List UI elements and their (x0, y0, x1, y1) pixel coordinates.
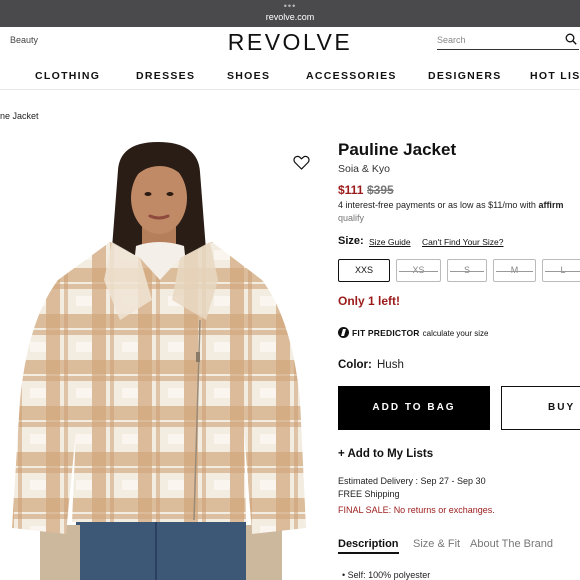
nav-item-designers[interactable]: DESIGNERS (428, 70, 502, 82)
size-guide-link[interactable]: Size Guide (369, 237, 411, 247)
add-to-lists-link[interactable]: + Add to My Lists (338, 448, 433, 460)
stock-message: Only 1 left! (338, 294, 401, 308)
affirm-qualify-link[interactable]: qualify (338, 213, 364, 223)
size-option-xxs[interactable]: XXS (338, 259, 390, 282)
nav-item-clothing[interactable]: CLOTHING (35, 70, 100, 82)
description-bullet: • Self: 100% polyester (342, 570, 431, 580)
estimated-delivery: Estimated Delivery : Sep 27 - Sep 30 (338, 476, 486, 486)
size-label: Size: (338, 235, 364, 247)
fit-predictor[interactable]: FIT PREDICTOR calculate your size (338, 327, 488, 338)
nav-item-hot-list[interactable]: HOT LIST (530, 70, 580, 82)
nav-item-shoes[interactable]: SHOES (227, 70, 270, 82)
product-photo[interactable] (0, 130, 320, 580)
size-unavailable-strike (399, 271, 438, 272)
nav-item-accessories[interactable]: ACCESSORIES (306, 70, 397, 82)
browser-bar: ••• revolve.com (0, 0, 580, 27)
size-option-label: XS (412, 265, 425, 275)
url-label[interactable]: revolve.com (0, 12, 580, 22)
size-option-s[interactable]: S (447, 259, 487, 282)
size-option-label: M (510, 265, 519, 275)
browser-menu-dots[interactable]: ••• (0, 2, 580, 11)
sale-price: $111 (338, 183, 364, 197)
size-option-xs[interactable]: XS (396, 259, 441, 282)
color-value: Hush (377, 359, 404, 371)
tab-description[interactable]: Description (338, 538, 399, 554)
product-brand-link[interactable]: Soia & Kyo (338, 163, 390, 175)
size-option-label: XXS (354, 265, 373, 275)
search-bar (437, 30, 579, 50)
affirm-logo[interactable]: affirm (538, 200, 563, 210)
size-unavailable-strike (496, 271, 533, 272)
original-price: $395 (367, 183, 394, 197)
main-nav: CLOTHING DRESSES SHOES ACCESSORIES DESIG… (0, 64, 580, 90)
size-unavailable-strike (450, 271, 484, 272)
nav-item-dresses[interactable]: DRESSES (136, 70, 195, 82)
size-option-l[interactable]: L (542, 259, 580, 282)
cant-find-size-link[interactable]: Can't Find Your Size? (422, 237, 503, 247)
color-label: Color: (338, 359, 372, 371)
fit-predictor-text: calculate your size (422, 329, 489, 338)
search-input[interactable] (437, 31, 557, 49)
search-icon[interactable] (565, 33, 577, 45)
size-option-label: L (560, 265, 566, 275)
buy-now-button[interactable]: BUY NOW (501, 386, 580, 430)
add-to-bag-button[interactable]: ADD TO BAG (338, 386, 490, 430)
breadcrumb[interactable]: ne Jacket (0, 111, 39, 121)
affirm-text: 4 interest-free payments or as low as $1… (338, 200, 536, 210)
size-unavailable-strike (545, 271, 580, 272)
tab-size-fit[interactable]: Size & Fit (413, 538, 460, 550)
free-shipping-text: FREE Shipping (338, 489, 400, 499)
size-option-m[interactable]: M (493, 259, 536, 282)
description-bullet-text: Self: 100% polyester (347, 570, 431, 580)
affirm-financing-text: 4 interest-free payments or as low as $1… (338, 200, 563, 210)
product-title: Pauline Jacket (338, 140, 457, 159)
wishlist-heart-icon[interactable] (293, 155, 310, 170)
fit-predictor-label: FIT PREDICTOR (352, 328, 420, 338)
tab-about-brand[interactable]: About The Brand (470, 538, 553, 550)
fit-predictor-icon (338, 327, 349, 338)
final-sale-notice: FINAL SALE: No returns or exchanges. (338, 505, 495, 515)
size-option-label: S (463, 265, 470, 275)
